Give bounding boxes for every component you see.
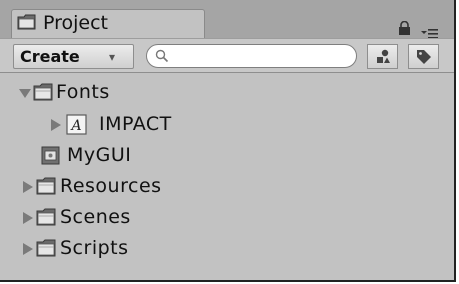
tree-item-resources[interactable]: Resources [0, 172, 454, 202]
tree-item-fonts[interactable]: Fonts [0, 78, 454, 108]
filter-by-type-button[interactable] [367, 44, 398, 69]
svg-text:A: A [69, 118, 81, 134]
project-panel: Project Create ▾ Fonts A IMPACT MyGUI Re… [0, 0, 456, 282]
tree-item-label: MyGUI [67, 144, 132, 166]
create-button-label: Create [20, 47, 80, 66]
font-asset-icon: A [66, 114, 87, 135]
project-toolbar: Create ▾ [0, 38, 454, 73]
folder-icon [36, 177, 56, 195]
expanded-arrow-icon[interactable] [19, 87, 31, 99]
collapsed-arrow-icon[interactable] [22, 181, 34, 193]
create-button[interactable]: Create ▾ [13, 44, 134, 69]
folder-icon [33, 83, 53, 101]
folder-icon [36, 208, 56, 226]
tree-item-label: Scenes [60, 206, 131, 228]
tree-item-scripts[interactable]: Scripts [0, 234, 454, 264]
gui-skin-icon [41, 146, 60, 165]
tree-item-mygui[interactable]: MyGUI [0, 141, 454, 171]
panel-menu-icon[interactable] [421, 24, 439, 39]
collapsed-arrow-icon[interactable] [22, 243, 34, 255]
search-input[interactable] [175, 47, 349, 67]
tab-label: Project [43, 12, 109, 34]
lock-icon[interactable] [398, 20, 411, 35]
tab-bar: Project [0, 0, 454, 41]
tree-item-label: Scripts [60, 237, 129, 259]
filter-by-label-icon [417, 50, 431, 64]
tree-item-label: IMPACT [99, 113, 172, 135]
collapsed-arrow-icon[interactable] [22, 212, 34, 224]
filter-by-label-button[interactable] [408, 44, 439, 69]
tree-item-label: Resources [60, 175, 162, 197]
collapsed-arrow-icon[interactable] [50, 119, 62, 131]
tree-item-scenes[interactable]: Scenes [0, 203, 454, 233]
search-field[interactable] [146, 44, 357, 68]
chevron-down-icon: ▾ [109, 50, 116, 64]
tree-item-label: Fonts [56, 81, 110, 103]
folder-icon [36, 239, 56, 257]
filter-by-type-icon [377, 49, 390, 63]
folder-icon [17, 14, 36, 30]
search-icon [155, 48, 169, 63]
tree-item-impact[interactable]: A IMPACT [0, 110, 454, 140]
